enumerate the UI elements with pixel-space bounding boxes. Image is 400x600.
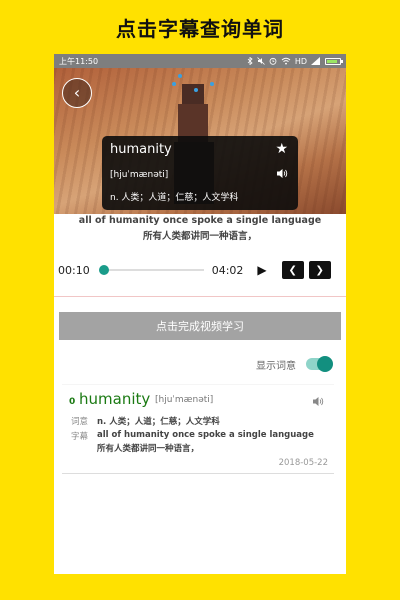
scene-dot [178, 74, 182, 78]
subtitle-english[interactable]: all of humanity once spoke a single lang… [54, 215, 346, 226]
card-subtitle-en: all of humanity once spoke a single lang… [97, 430, 314, 440]
progress-bar[interactable] [98, 265, 204, 275]
subtitle-area[interactable]: all of humanity once spoke a single lang… [54, 214, 346, 242]
player-controls: 00:10 04:02 ▶ ❮ ❯ [54, 260, 346, 280]
wifi-icon [281, 57, 291, 65]
popup-phonetic: [hjuˈmænəti] [110, 170, 169, 180]
card-phonetic: [hjuˈmænəti] [155, 395, 214, 405]
speaker-icon[interactable] [276, 168, 288, 179]
card-meaning: n. 人类；人道；仁慈；人文学科 [97, 417, 220, 427]
subtitle-label: 字幕 [71, 432, 89, 442]
promo-banner: 点击字幕查询单词 [0, 0, 400, 54]
progress-knob[interactable] [98, 265, 109, 275]
bluetooth-icon [247, 57, 253, 65]
star-icon[interactable]: ★ [275, 141, 288, 157]
popup-word: humanity [110, 142, 172, 157]
status-icons: HD [247, 56, 343, 66]
show-words-toggle[interactable] [306, 356, 333, 372]
phone-screen: 上午11:50 HD ‹ humanity ★ [hjuˈmænəti] n. … [54, 54, 346, 574]
total-time: 04:02 [211, 263, 244, 277]
card-word: humanity [79, 390, 151, 408]
vocab-card[interactable]: 0 humanity [hjuˈmænəti] 词意 n. 人类；人道；仁慈；人… [62, 384, 334, 474]
word-popup[interactable]: humanity ★ [hjuˈmænəti] n. 人类；人道；仁慈；人文学科 [102, 136, 298, 210]
next-subtitle-button[interactable]: ❯ [308, 261, 331, 279]
toggle-knob [317, 356, 333, 372]
divider [54, 296, 346, 297]
scene-dot [172, 82, 176, 86]
battery-icon [325, 57, 343, 65]
play-icon[interactable]: ▶ [257, 263, 266, 277]
status-bar: 上午11:50 HD [54, 54, 346, 68]
card-index: 0 [69, 397, 76, 407]
back-button[interactable]: ‹ [62, 78, 92, 108]
signal-icon [311, 57, 320, 65]
show-words-label: 显示词意 [256, 360, 296, 372]
status-time: 上午11:50 [59, 56, 99, 66]
chevron-left-icon: ❮ [288, 264, 297, 276]
meaning-label: 词意 [71, 417, 89, 427]
mute-icon [257, 57, 265, 65]
current-time: 00:10 [58, 263, 90, 277]
complete-video-button[interactable]: 点击完成视频学习 [59, 312, 341, 340]
speaker-icon[interactable] [312, 396, 324, 407]
video-player[interactable]: ‹ humanity ★ [hjuˈmænəti] n. 人类；人道；仁慈；人文… [54, 68, 346, 214]
show-words-row: 显示词意 [54, 354, 346, 374]
card-date: 2018-05-22 [278, 458, 328, 468]
banner-title: 点击字幕查询单词 [116, 16, 284, 41]
alarm-icon [269, 57, 277, 65]
chevron-right-icon: ❯ [315, 264, 324, 276]
scene-dot [210, 82, 214, 86]
chevron-left-icon: ‹ [73, 83, 81, 102]
prev-subtitle-button[interactable]: ❮ [281, 261, 304, 279]
card-subtitle-zh: 所有人类都讲同一种语言， [97, 444, 200, 454]
popup-definition: n. 人类；人道；仁慈；人文学科 [110, 193, 239, 203]
battery-level [327, 59, 337, 63]
subtitle-chinese: 所有人类都讲同一种语言， [142, 231, 257, 242]
network-label: HD [294, 56, 307, 66]
scene-dot [194, 88, 198, 92]
